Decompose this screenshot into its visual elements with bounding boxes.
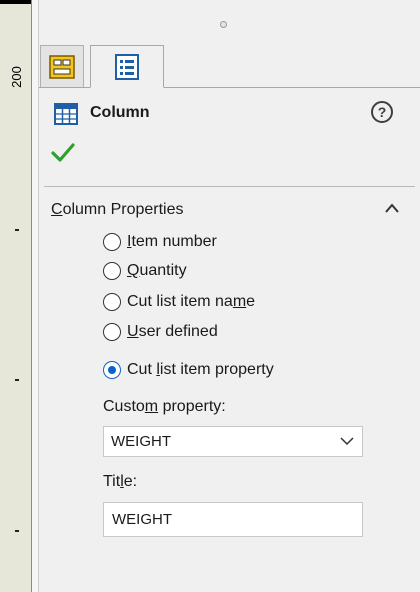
checkmark-icon[interactable] xyxy=(51,142,75,164)
ruler-tick xyxy=(15,530,19,532)
radio-item-number[interactable]: Item number xyxy=(103,230,217,254)
chevron-up-icon[interactable] xyxy=(384,202,400,214)
section-title[interactable]: Column Properties xyxy=(51,201,184,219)
ruler-tick xyxy=(15,229,19,231)
property-header: Column ? xyxy=(39,97,420,129)
radio-label: Cut list item property xyxy=(127,361,274,378)
page-title: Column xyxy=(90,104,150,121)
title-input[interactable]: WEIGHT xyxy=(103,502,363,537)
radio-button[interactable] xyxy=(103,293,121,311)
radio-cut-list-item-property[interactable]: Cut list item property xyxy=(103,358,274,382)
tab-feature-manager[interactable] xyxy=(40,45,84,87)
radio-label: Item number xyxy=(127,233,217,250)
chevron-down-icon xyxy=(340,437,354,446)
section-title-mnemonic: C xyxy=(51,201,63,218)
table-column-icon xyxy=(54,103,78,125)
help-icon[interactable]: ? xyxy=(371,101,393,123)
radio-label: Quantity xyxy=(127,262,187,279)
property-manager-panel: Column ? Column Properties Item number Q… xyxy=(39,0,420,592)
property-manager-icon xyxy=(115,53,139,80)
radio-cut-list-item-name[interactable]: Cut list item name xyxy=(103,290,255,314)
pane-splitter[interactable] xyxy=(32,0,39,592)
panel-tab-strip xyxy=(39,45,420,88)
section-title-text: olumn Properties xyxy=(62,201,184,218)
radio-user-defined[interactable]: User defined xyxy=(103,320,218,344)
custom-property-value: WEIGHT xyxy=(111,433,171,450)
radio-button[interactable] xyxy=(103,262,121,280)
divider xyxy=(44,186,415,187)
ruler-label: 200 xyxy=(8,66,24,88)
radio-label: User defined xyxy=(127,323,218,340)
radio-label: Cut list item name xyxy=(127,293,256,310)
vertical-ruler: 200 xyxy=(0,0,32,592)
ruler-tick xyxy=(15,379,19,381)
feature-manager-icon xyxy=(49,54,75,79)
panel-grip-handle[interactable] xyxy=(220,21,227,28)
radio-button-selected[interactable] xyxy=(103,361,121,379)
title-label: Title: xyxy=(103,473,138,490)
title-input-value: WEIGHT xyxy=(112,511,172,528)
tab-property-manager[interactable] xyxy=(90,45,164,88)
radio-button[interactable] xyxy=(103,233,121,251)
custom-property-label: Custom property: xyxy=(103,398,226,415)
ruler-top-edge xyxy=(0,0,31,4)
custom-property-select[interactable]: WEIGHT xyxy=(103,426,363,457)
radio-quantity[interactable]: Quantity xyxy=(103,259,187,283)
radio-button[interactable] xyxy=(103,323,121,341)
